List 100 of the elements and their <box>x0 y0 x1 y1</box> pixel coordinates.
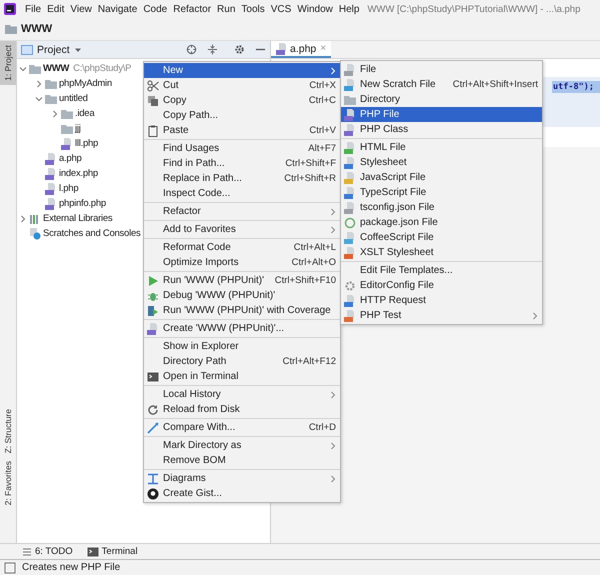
menu-item[interactable]: Open in Terminal <box>144 369 340 384</box>
menu-item[interactable]: package.json File <box>341 215 542 230</box>
tool-window-button[interactable]: 6: TODO <box>22 546 73 557</box>
php-file-icon <box>45 168 57 180</box>
tree-item[interactable]: Scratches and Consoles <box>43 228 140 239</box>
menu-item[interactable]: Compare With... Ctrl+D <box>144 420 340 435</box>
menu-item[interactable]: Stylesheet <box>341 155 542 170</box>
menu-item[interactable]: PHP Class <box>341 122 542 137</box>
tree-item[interactable]: External Libraries <box>43 213 112 224</box>
menu-item[interactable]: tsconfig.json File <box>341 200 542 215</box>
menu-item[interactable]: VCS <box>270 4 292 14</box>
menu-item[interactable]: Replace in Path... Ctrl+Shift+R <box>144 171 340 186</box>
tree-item[interactable]: a.php <box>59 153 82 164</box>
caret-icon[interactable] <box>74 46 82 54</box>
menu-item[interactable]: Refactor <box>173 4 212 14</box>
status-message: Creates new PHP File <box>22 562 120 573</box>
menu-item[interactable]: PHP Test <box>341 308 542 323</box>
menu-item[interactable]: Debug 'WWW (PHPUnit)' <box>144 288 340 303</box>
breadcrumb[interactable]: WWW <box>21 23 52 35</box>
menu-item[interactable]: Code <box>143 4 168 14</box>
menu-item[interactable]: JavaScript File <box>341 170 542 185</box>
menu-item[interactable]: CoffeeScript File <box>341 230 542 245</box>
menu-item[interactable]: Run 'WWW (PHPUnit)' with Coverage <box>144 303 340 318</box>
menu-item[interactable]: Refactor <box>144 204 340 219</box>
crosshair-icon[interactable] <box>186 44 197 55</box>
menu-item[interactable]: Help <box>338 4 360 14</box>
menu-item[interactable]: Directory Path Ctrl+Alt+F12 <box>144 354 340 369</box>
panel-title[interactable]: Project <box>37 44 70 56</box>
menu-item[interactable]: File <box>25 4 42 14</box>
gear-icon[interactable] <box>234 44 245 55</box>
tree-item[interactable]: jjj <box>75 123 81 134</box>
menu-item[interactable]: Optimize Imports Ctrl+Alt+O <box>144 255 340 270</box>
tree-item[interactable]: WWW <box>43 63 70 74</box>
menu-item[interactable]: View <box>70 4 92 14</box>
chevron-icon[interactable] <box>19 214 27 222</box>
file-icon <box>344 186 356 198</box>
tree-item[interactable]: index.php <box>59 168 98 179</box>
tree-item[interactable]: phpinfo.php <box>59 198 106 209</box>
php-file-icon <box>45 182 57 194</box>
menu-item[interactable]: Find in Path... Ctrl+Shift+F <box>144 156 340 171</box>
php-file-icon <box>276 42 288 54</box>
collapse-icon[interactable] <box>207 44 218 55</box>
menu-item[interactable]: Directory <box>341 92 542 107</box>
menu-item[interactable]: Copy Ctrl+C <box>144 93 340 108</box>
menu-item[interactable]: Navigate <box>98 4 138 14</box>
menu-item[interactable]: Reload from Disk <box>144 402 340 417</box>
folder-path: C:\phpStudy\P <box>73 63 132 74</box>
chevron-icon[interactable] <box>35 80 43 88</box>
menu-item[interactable]: Paste Ctrl+V <box>144 123 340 138</box>
tool-window-button[interactable]: Terminal <box>86 546 138 558</box>
menu-item[interactable]: Tools <box>241 4 265 14</box>
menu-item[interactable]: PHP File <box>341 107 542 122</box>
file-icon <box>344 172 356 184</box>
menu-item[interactable]: Inspect Code... <box>144 186 340 201</box>
menu-item[interactable]: Add to Favorites <box>144 222 340 237</box>
php-file-icon <box>344 108 356 120</box>
menu-item[interactable]: Local History <box>144 387 340 402</box>
diagram-icon <box>147 472 159 484</box>
menu-item[interactable]: Create Gist... <box>144 486 340 501</box>
tree-item[interactable]: lll.php <box>75 138 98 149</box>
menu-item[interactable]: File <box>341 62 542 77</box>
library-icon <box>29 212 41 224</box>
square-icon <box>4 562 16 574</box>
php-file-icon <box>45 198 57 210</box>
menu-item[interactable]: Copy Path... <box>144 108 340 123</box>
menu-item[interactable]: Create 'WWW (PHPUnit)'... <box>144 321 340 336</box>
tree-item[interactable]: phpMyAdmin <box>59 78 112 89</box>
chevron-icon[interactable] <box>35 94 43 102</box>
tool-window-button[interactable]: 2: Favorites <box>0 457 16 510</box>
tool-window-button[interactable]: 1: Project <box>0 41 16 85</box>
editor-tab[interactable]: a.php × <box>271 41 332 58</box>
tree-item[interactable]: .idea <box>75 108 94 119</box>
menu-item[interactable]: Diagrams <box>144 471 340 486</box>
menu-item[interactable]: Run <box>217 4 236 14</box>
file-icon <box>344 78 356 90</box>
menu-item[interactable]: New Scratch File Ctrl+Alt+Shift+Insert <box>341 77 542 92</box>
menu-item[interactable]: Cut Ctrl+X <box>144 78 340 93</box>
menu-item[interactable]: HTTP Request <box>341 293 542 308</box>
circle-logo-icon <box>147 488 159 500</box>
menu-item[interactable]: TypeScript File <box>341 185 542 200</box>
menu-item[interactable]: New <box>144 63 340 78</box>
menu-item[interactable]: Reformat Code Ctrl+Alt+L <box>144 240 340 255</box>
menu-item[interactable]: Remove BOM <box>144 453 340 468</box>
menu-item[interactable]: Edit <box>47 4 64 14</box>
menu-item[interactable]: Window <box>297 4 333 14</box>
chevron-icon[interactable] <box>51 110 59 118</box>
menu-item[interactable]: HTML File <box>341 140 542 155</box>
tool-window-button[interactable]: Z: Structure <box>0 404 16 458</box>
menu-item[interactable]: Run 'WWW (PHPUnit)' Ctrl+Shift+F10 <box>144 273 340 288</box>
menu-item[interactable]: EditorConfig File <box>341 278 542 293</box>
tree-item[interactable]: untitled <box>59 93 88 104</box>
menu-item[interactable]: Find Usages Alt+F7 <box>144 141 340 156</box>
chevron-icon[interactable] <box>19 64 27 72</box>
menu-item[interactable]: Mark Directory as <box>144 438 340 453</box>
file-icon <box>344 142 356 154</box>
window-title: WWW [C:\phpStudy\PHPTutorial\WWW] - ...\a.php <box>367 4 580 14</box>
menu-item[interactable]: Edit File Templates... <box>341 263 542 278</box>
menu-item[interactable]: XSLT Stylesheet <box>341 245 542 260</box>
menu-item[interactable]: Show in Explorer <box>144 339 340 354</box>
tree-item[interactable]: l.php <box>59 183 78 194</box>
